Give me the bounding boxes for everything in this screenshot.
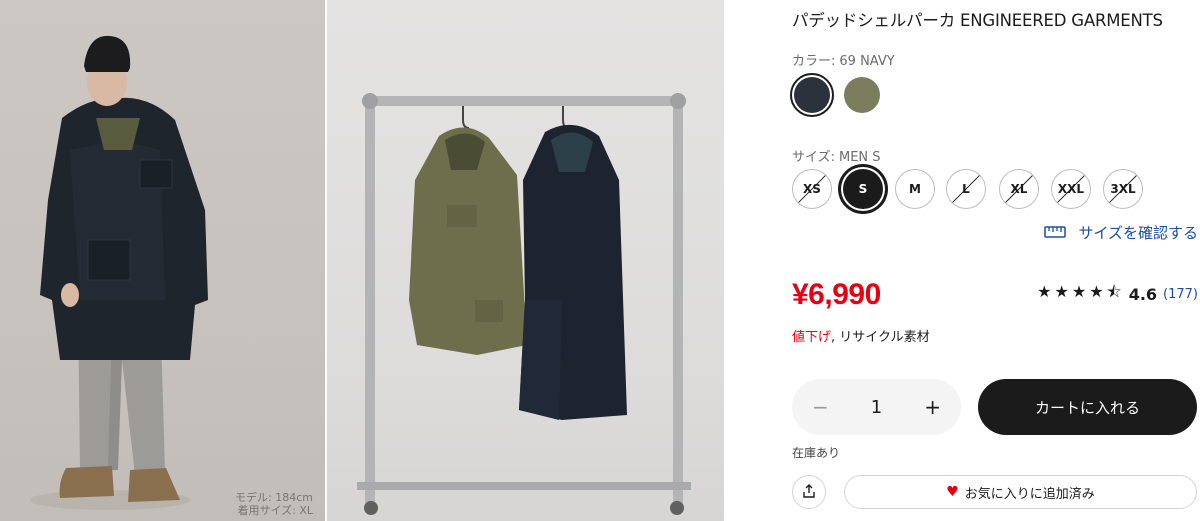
navy-chip <box>794 77 830 113</box>
size-option-3xl[interactable]: 3XL <box>1103 169 1143 209</box>
size-xl-label: XL <box>1010 182 1028 196</box>
recycled-material-tag: リサイクル素材 <box>839 330 930 345</box>
star-rating-icon: ★★★★⯪ <box>1037 282 1125 301</box>
note-separator: , <box>831 330 836 345</box>
share-icon <box>802 483 816 502</box>
size-guide-link[interactable]: サイズを確認する <box>1044 222 1198 243</box>
rating-value: 4.6 <box>1128 285 1158 304</box>
color-label: カラー: <box>792 54 836 69</box>
favorite-label: お気に入りに追加済み <box>964 486 1095 502</box>
size-label: サイズ: <box>792 150 835 165</box>
size-label-row: サイズ: MEN S <box>792 146 881 165</box>
product-image-model[interactable]: モデル: 184cm 着用サイズ: XL <box>0 0 325 521</box>
price: ¥6,990 <box>792 278 881 311</box>
color-swatch-navy[interactable] <box>790 73 834 117</box>
size-option-l[interactable]: L <box>946 169 986 209</box>
model-caption: モデル: 184cm 着用サイズ: XL <box>235 491 313 517</box>
stock-status: 在庫あり <box>792 446 841 460</box>
color-label-row: カラー: 69 NAVY <box>792 50 895 69</box>
size-l-label: L <box>962 182 970 196</box>
color-selected-value: 69 NAVY <box>839 54 895 69</box>
color-swatch-olive[interactable] <box>840 73 884 117</box>
rating[interactable]: ★★★★⯪ 4.6 (177) <box>1037 281 1198 308</box>
size-xs-label: XS <box>803 182 821 196</box>
rack-photo-illustration <box>357 93 691 515</box>
model-photo-illustration <box>30 35 208 510</box>
size-guide-label: サイズを確認する <box>1078 224 1198 242</box>
quantity-minus-button[interactable]: − <box>812 395 829 419</box>
quantity-stepper: − 1 + <box>792 379 961 435</box>
size-m-label: M <box>909 182 921 196</box>
size-s-label: S <box>858 182 868 196</box>
olive-chip <box>844 77 880 113</box>
size-option-xxl[interactable]: XXL <box>1051 169 1091 209</box>
review-count-link[interactable]: (177) <box>1163 287 1198 302</box>
share-button[interactable] <box>792 475 826 509</box>
quantity-value[interactable]: 1 <box>871 397 882 418</box>
size-option-xs[interactable]: XS <box>792 169 832 209</box>
model-worn-size: 着用サイズ: XL <box>237 504 313 517</box>
product-info-panel: パデッドシェルパーカ ENGINEERED GARMENTS カラー: 69 NA… <box>790 0 1200 521</box>
price-note: 値下げ, リサイクル素材 <box>792 326 930 345</box>
size-xxl-label: XXL <box>1057 182 1085 196</box>
add-to-cart-button[interactable]: カートに入れる <box>978 379 1197 435</box>
size-3xl-label: 3XL <box>1110 182 1136 196</box>
product-image-rack[interactable] <box>327 0 724 521</box>
ruler-icon <box>1044 224 1067 242</box>
size-option-s[interactable]: S <box>841 167 885 211</box>
quantity-plus-button[interactable]: + <box>924 395 941 419</box>
model-height: モデル: 184cm <box>235 491 313 504</box>
size-option-m[interactable]: M <box>895 169 935 209</box>
size-option-xl[interactable]: XL <box>999 169 1039 209</box>
product-title: パデッドシェルパーカ ENGINEERED GARMENTS <box>792 11 1163 30</box>
price-down-tag: 値下げ <box>792 330 832 345</box>
size-selected-value: MEN S <box>839 150 881 165</box>
favorite-button[interactable]: ♥ お気に入りに追加済み <box>844 475 1197 509</box>
heart-icon: ♥ <box>946 484 959 500</box>
